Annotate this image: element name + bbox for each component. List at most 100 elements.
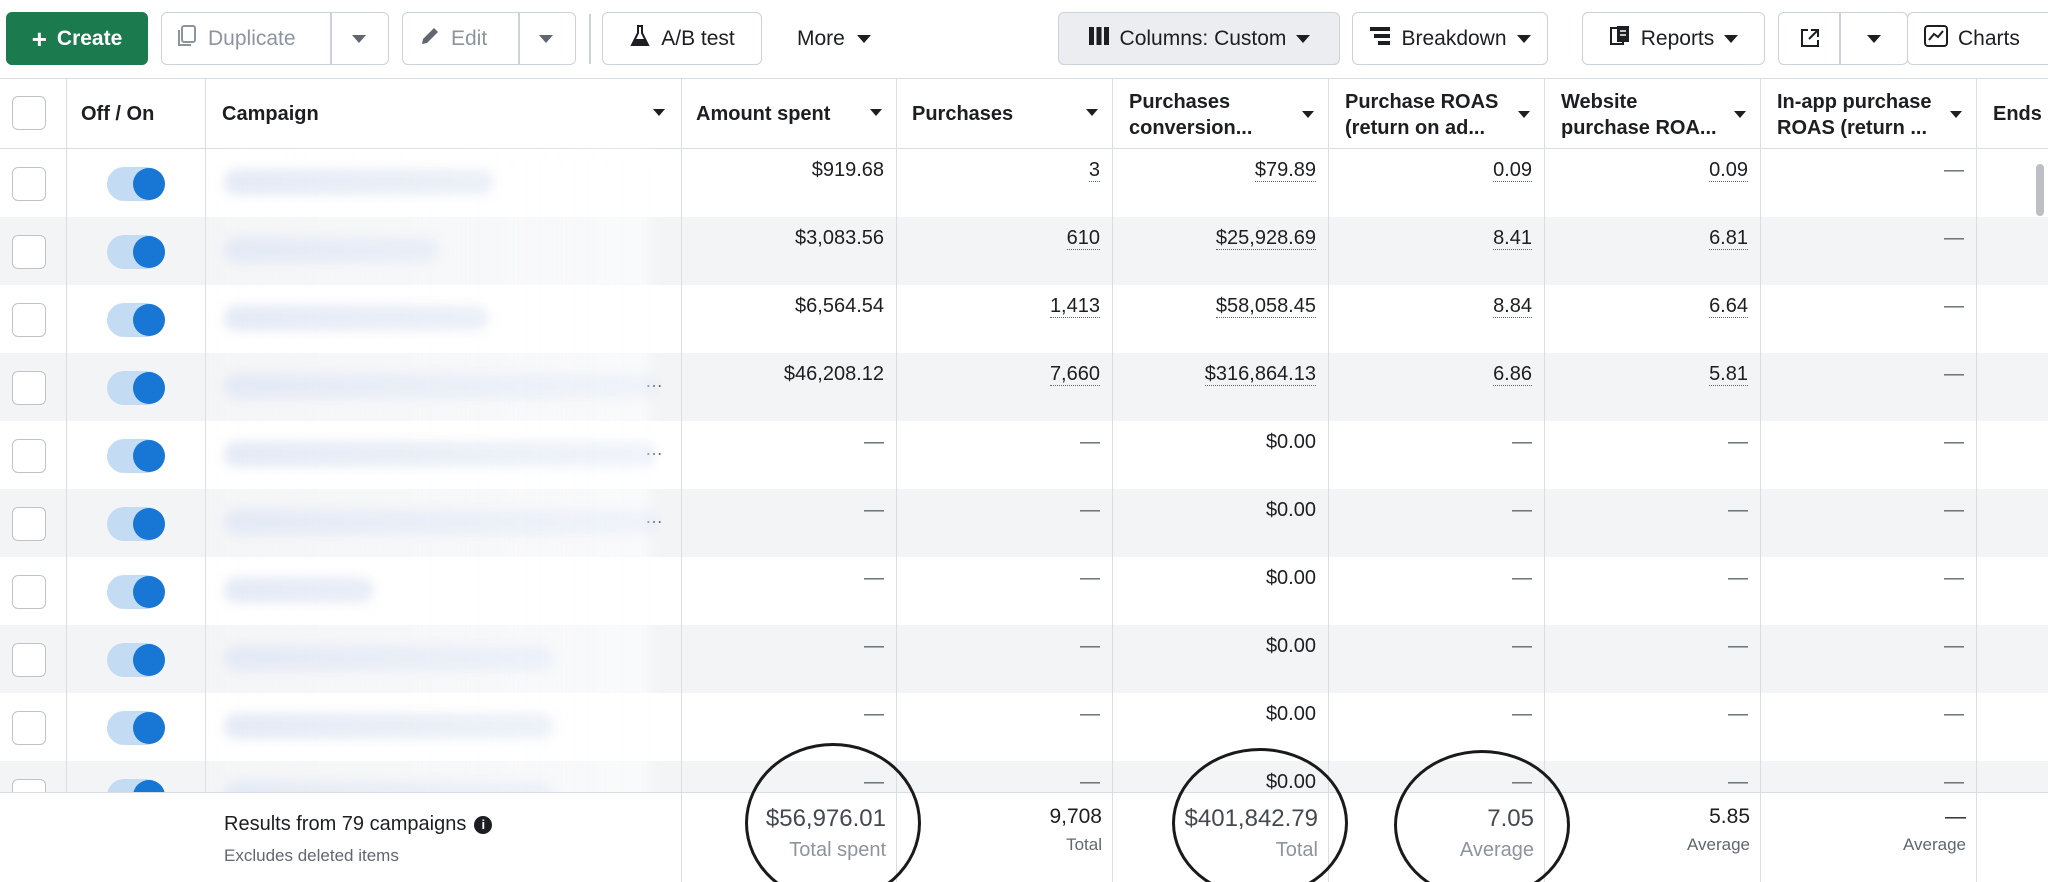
campaign-name-cell[interactable] (206, 693, 682, 761)
campaign-toggle[interactable] (107, 507, 165, 541)
row-checkbox[interactable] (12, 371, 46, 405)
campaign-name-cell[interactable]: … (206, 353, 682, 421)
campaign-name-cell[interactable] (206, 217, 682, 285)
table-row[interactable]: … $46,208.12 7,660 $316,864.13 6.86 5.81 — (0, 353, 2048, 421)
reports-label: Reports (1640, 26, 1715, 50)
row-checkbox[interactable] (12, 575, 46, 609)
breakdown-button[interactable]: Breakdown (1352, 12, 1548, 65)
campaign-toggle[interactable] (107, 575, 165, 609)
header-campaign[interactable]: Campaign (206, 79, 682, 149)
table-row[interactable]: $6,564.54 1,413 $58,058.45 8.84 6.64 — (0, 285, 2048, 353)
cell-value[interactable]: 610 (1066, 227, 1100, 250)
cell-roas: 8.84 (1329, 285, 1545, 353)
cell-amount-spent: — (682, 693, 897, 761)
campaign-name-cell[interactable]: … (206, 489, 682, 557)
cell-value[interactable]: 3 (1088, 159, 1100, 182)
cell-value[interactable]: 6.64 (1709, 295, 1748, 318)
table-row[interactable]: … — — $0.00 — — — (0, 489, 2048, 557)
row-checkbox[interactable] (12, 643, 46, 677)
cell-value: — (1944, 703, 1964, 725)
cell-value[interactable]: $58,058.45 (1215, 295, 1316, 318)
cell-value[interactable]: 1,413 (1049, 295, 1100, 318)
row-checkbox[interactable] (12, 711, 46, 745)
row-checkbox[interactable] (12, 507, 46, 541)
cell-value[interactable]: 6.81 (1709, 227, 1748, 250)
row-checkbox[interactable] (12, 439, 46, 473)
more-button[interactable]: More (797, 12, 871, 65)
cell-value[interactable]: 5.81 (1709, 363, 1748, 386)
cell-value[interactable]: 0.09 (1493, 159, 1532, 182)
vertical-scrollbar[interactable] (2036, 164, 2044, 216)
header-purchases[interactable]: Purchases (897, 79, 1113, 149)
sort-chevron-icon (653, 109, 665, 116)
redacted-campaign-name (224, 441, 654, 467)
campaign-name-cell[interactable] (206, 285, 682, 353)
campaign-toggle[interactable] (107, 643, 165, 677)
ab-test-button[interactable]: A/B test (602, 12, 762, 65)
table-row[interactable]: — — $0.00 — — — (0, 557, 2048, 625)
campaign-name-cell[interactable]: … (206, 421, 682, 489)
total-conversion-label: Total (1275, 839, 1318, 861)
duplicate-chevron-down-icon[interactable] (352, 35, 366, 43)
cell-value: — (1944, 431, 1964, 453)
info-icon[interactable]: i (474, 815, 493, 834)
select-all-checkbox[interactable] (12, 96, 46, 130)
edit-chevron-down-icon[interactable] (539, 35, 553, 43)
campaign-toggle[interactable] (107, 235, 165, 269)
row-toggle-cell (67, 217, 206, 285)
cell-value[interactable]: 0.09 (1709, 159, 1748, 182)
table-row[interactable]: — — $0.00 — — — (0, 693, 2048, 761)
header-purchases-conversion[interactable]: Purchases conversion... (1113, 79, 1329, 149)
total-spent-value: $56,976.01 (765, 805, 886, 832)
campaign-toggle[interactable] (107, 303, 165, 337)
campaign-name-cell[interactable] (206, 149, 682, 217)
campaign-name-cell[interactable] (206, 557, 682, 625)
duplicate-label[interactable]: Duplicate (208, 27, 296, 51)
campaign-toggle[interactable] (107, 371, 165, 405)
campaign-toggle[interactable] (107, 711, 165, 745)
reports-button[interactable]: Reports (1582, 12, 1765, 65)
header-inapp-roas[interactable]: In-app purchase ROAS (return ... (1761, 79, 1977, 149)
campaign-name-cell[interactable] (206, 625, 682, 693)
export-chevron-down-icon[interactable] (1867, 35, 1881, 43)
header-amount-spent[interactable]: Amount spent (682, 79, 897, 149)
row-toggle-cell (67, 421, 206, 489)
table-row[interactable]: — — $0.00 — — — (0, 625, 2048, 693)
average-inapp-value: — (1945, 805, 1966, 828)
toolbar-divider (589, 14, 591, 64)
header-purchase-roas[interactable]: Purchase ROAS (return on ad... (1329, 79, 1545, 149)
cell-amount-spent: — (682, 489, 897, 557)
columns-chevron-down-icon (1296, 34, 1311, 43)
cell-value[interactable]: 6.86 (1493, 363, 1532, 386)
export-icon[interactable] (1799, 27, 1821, 55)
header-inapp-line2: ROAS (return ... (1777, 117, 1928, 139)
footer-ends (1977, 793, 2048, 882)
cell-purchases: — (897, 625, 1113, 693)
edit-label[interactable]: Edit (451, 27, 487, 51)
cell-value[interactable]: $316,864.13 (1204, 363, 1316, 386)
table-row[interactable]: $919.68 3 $79.89 0.09 0.09 — (0, 149, 2048, 217)
cell-value[interactable]: 7,660 (1049, 363, 1100, 386)
row-checkbox[interactable] (12, 235, 46, 269)
campaign-toggle[interactable] (107, 167, 165, 201)
header-ends[interactable]: Ends (1977, 79, 2048, 149)
cell-value[interactable]: $25,928.69 (1215, 227, 1316, 250)
cell-purchases: — (897, 489, 1113, 557)
cell-value[interactable]: $79.89 (1254, 159, 1316, 182)
header-website-roas[interactable]: Website purchase ROA... (1545, 79, 1761, 149)
cell-value: — (1080, 431, 1100, 453)
row-checkbox[interactable] (12, 167, 46, 201)
results-summary: Results from 79 campaigns i (224, 813, 493, 836)
cell-value[interactable]: 8.41 (1493, 227, 1532, 250)
cell-value[interactable]: 8.84 (1493, 295, 1532, 318)
cell-ends (1977, 353, 2048, 421)
row-checkbox[interactable] (12, 303, 46, 337)
create-button[interactable]: + Create (6, 12, 148, 65)
campaign-toggle[interactable] (107, 439, 165, 473)
columns-button[interactable]: Columns: Custom (1058, 12, 1340, 65)
charts-button[interactable]: Charts (1907, 12, 2048, 65)
table-row[interactable]: $3,083.56 610 $25,928.69 8.41 6.81 — (0, 217, 2048, 285)
header-off-on[interactable]: Off / On (67, 79, 206, 149)
cell-value: — (1512, 431, 1532, 453)
table-row[interactable]: … — — $0.00 — — — (0, 421, 2048, 489)
